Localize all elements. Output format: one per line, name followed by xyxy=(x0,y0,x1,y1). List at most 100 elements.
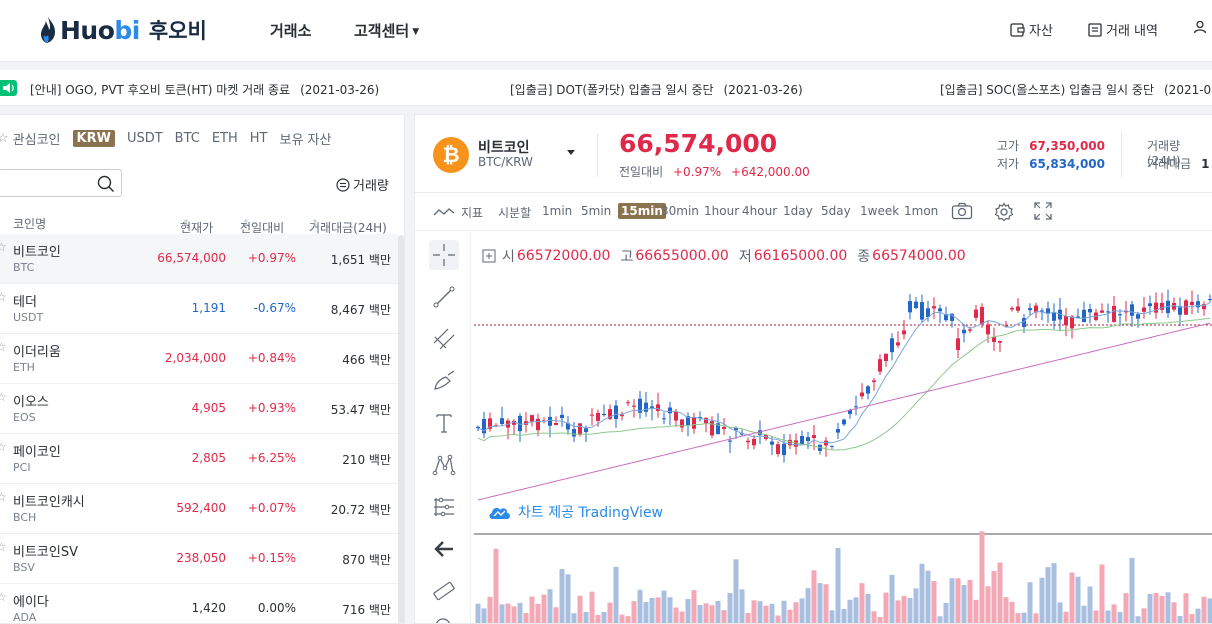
tab-holdings[interactable]: 보유 자산 xyxy=(280,129,332,148)
trendline-tool[interactable] xyxy=(429,282,459,312)
candle-body xyxy=(836,429,840,433)
candle-body xyxy=(956,338,960,350)
amount-24h: 거래대금 1 xyxy=(1147,155,1210,172)
coin-price: 238,050 xyxy=(176,551,226,565)
coin-price: 1,191 xyxy=(191,301,226,315)
volume-bar xyxy=(481,608,487,623)
coin-volume: 870 백만 xyxy=(342,553,391,567)
zoom-tool[interactable] xyxy=(429,612,459,623)
prediction-tool[interactable] xyxy=(429,492,459,522)
brand-name: Huobi xyxy=(60,16,140,45)
indicator-icon[interactable] xyxy=(433,206,455,218)
tab-btc[interactable]: BTC xyxy=(175,131,200,146)
interval-1hour[interactable]: 1hour xyxy=(704,204,739,218)
favorite-star-icon[interactable]: ☆ xyxy=(0,590,7,604)
market-panel: ☆ 관심코인 KRW USDT BTC ETH HT 보유 자산 거래량 코인명… xyxy=(0,114,405,624)
coin-row[interactable]: ☆ 테더USDT 1,191 -0.67% 8,467 백만 xyxy=(0,284,398,334)
volume-bar xyxy=(661,590,667,623)
interval-30min[interactable]: 30min xyxy=(661,204,699,218)
favorite-star-icon[interactable]: ☆ xyxy=(0,540,7,554)
history-link[interactable]: 거래 내역 xyxy=(1088,20,1158,39)
market-scrollbar[interactable] xyxy=(398,235,404,623)
interval-1mon[interactable]: 1mon xyxy=(904,204,938,218)
coin-row[interactable]: ☆ 이오스EOS 4,905 +0.93% 53.47 백만 xyxy=(0,384,398,434)
favorite-star-icon[interactable]: ☆ xyxy=(0,290,7,304)
interval-5min[interactable]: 5min xyxy=(581,204,611,218)
tradingview-credit[interactable]: 차트 제공 TradingView xyxy=(488,502,663,522)
coin-row[interactable]: ☆ 비트코인BTC 66,574,000 +0.97% 1,651 백만 xyxy=(0,234,398,284)
coin-search-input[interactable] xyxy=(0,169,122,197)
plus-box-icon[interactable] xyxy=(482,249,496,263)
interval-1min[interactable]: 1min xyxy=(542,204,572,218)
huobi-logo[interactable]: Huobi 후오비 xyxy=(38,14,207,46)
volume-bar xyxy=(1027,582,1033,623)
favorite-star-icon[interactable]: ☆ xyxy=(0,240,7,254)
tab-ht[interactable]: HT xyxy=(250,131,268,146)
candle-body xyxy=(1088,308,1092,313)
pair-dropdown-icon[interactable] xyxy=(567,150,575,155)
tab-favorites[interactable]: 관심코인 xyxy=(13,129,61,148)
candle-body xyxy=(620,414,624,417)
col-name[interactable]: 코인명 xyxy=(13,215,46,232)
measure-tool[interactable] xyxy=(429,576,459,606)
assets-link[interactable]: 자산 xyxy=(1010,20,1053,39)
text-tool[interactable] xyxy=(429,408,459,438)
trendline-icon xyxy=(433,286,455,308)
interval-15min[interactable]: 15min xyxy=(618,203,666,219)
camera-icon[interactable] xyxy=(951,202,973,220)
coin-symbol: ADA xyxy=(13,611,37,624)
favorite-star-icon[interactable]: ☆ xyxy=(0,440,7,454)
tab-eth[interactable]: ETH xyxy=(212,131,238,146)
price-chart[interactable]: 시 66572000.00 고 66655000.00 저 66165000.00 종… xyxy=(474,232,1212,624)
crosshair-tool[interactable] xyxy=(429,240,459,270)
coin-row[interactable]: ☆ 이더리움ETH 2,034,000 +0.84% 466 백만 xyxy=(0,334,398,384)
coin-row[interactable]: ☆ 에이다ADA 1,420 0.00% 716 백만 xyxy=(0,584,398,624)
gear-icon[interactable] xyxy=(994,202,1014,222)
candle-body xyxy=(1160,302,1164,310)
interval-5day[interactable]: 5day xyxy=(821,204,851,218)
volume-bar xyxy=(619,614,625,623)
volume-bar xyxy=(703,603,709,623)
notice-item[interactable]: [안내] OGO, PVT 후오비 토큰(HT) 마켓 거래 종료 (2021-0… xyxy=(30,81,379,98)
interval-1week[interactable]: 1week xyxy=(860,204,899,218)
sort-by-volume-toggle[interactable]: 거래량 xyxy=(336,175,389,194)
favorite-star-icon[interactable]: ☆ xyxy=(0,490,7,504)
account-button[interactable] xyxy=(1193,20,1211,34)
nav-exchange[interactable]: 거래소 xyxy=(270,20,311,41)
volume-bar xyxy=(955,578,961,623)
coin-row[interactable]: ☆ 비트코인캐시BCH 592,400 +0.07% 20.72 백만 xyxy=(0,484,398,534)
interval-1day[interactable]: 1day xyxy=(783,204,813,218)
candle-body xyxy=(932,306,936,309)
notice-item[interactable]: [입출금] DOT(폴카닷) 입출금 일시 중단 (2021-03-26) xyxy=(510,81,803,98)
coin-korean-name: 테더 xyxy=(13,295,37,310)
candlestick-chart[interactable] xyxy=(474,232,1212,624)
favorite-star-icon[interactable]: ☆ xyxy=(0,390,7,404)
pattern-tool[interactable] xyxy=(429,450,459,480)
notice-item[interactable]: [입출금] SOC(올스포츠) 입출금 일시 중단 (2021-03-2 xyxy=(940,81,1212,98)
amount-label: 거래대금 xyxy=(1147,157,1192,171)
coin-korean-name: 비트코인 xyxy=(13,245,61,260)
tab-krw[interactable]: KRW xyxy=(72,129,115,147)
candle-body xyxy=(1196,301,1200,308)
speaker-icon xyxy=(0,80,17,96)
fullscreen-icon[interactable] xyxy=(1034,202,1052,220)
ticker-header: ₿ 비트코인 BTC/KRW 66,574,000 전일대비 +0.97% +6… xyxy=(415,115,1212,193)
divider xyxy=(597,133,598,177)
favorite-star-icon[interactable]: ☆ xyxy=(0,340,7,354)
brush-tool[interactable] xyxy=(429,366,459,396)
divider xyxy=(1121,133,1122,177)
coin-row[interactable]: ☆ 페이코인PCI 2,805 +6.25% 210 백만 xyxy=(0,434,398,484)
coin-volume: 1,651 백만 xyxy=(330,253,391,267)
coin-symbol: ETH xyxy=(13,361,35,374)
tab-usdt[interactable]: USDT xyxy=(127,131,163,146)
nav-support[interactable]: 고객센터 ▼ xyxy=(354,20,419,41)
coin-row[interactable]: ☆ 비트코인SVBSV 238,050 +0.15% 870 백만 xyxy=(0,534,398,584)
interval-4hour[interactable]: 4hour xyxy=(742,204,777,218)
indicator-button[interactable]: 지표 xyxy=(461,204,483,221)
collapse-toolbar-button[interactable] xyxy=(429,534,459,564)
fib-tool[interactable] xyxy=(429,324,459,354)
interval-tick[interactable]: 시분할 xyxy=(498,204,531,221)
notice-text: [입출금] SOC(올스포츠) 입출금 일시 중단 xyxy=(940,83,1154,97)
volume-bar xyxy=(757,601,763,623)
volume-bar xyxy=(853,597,859,623)
